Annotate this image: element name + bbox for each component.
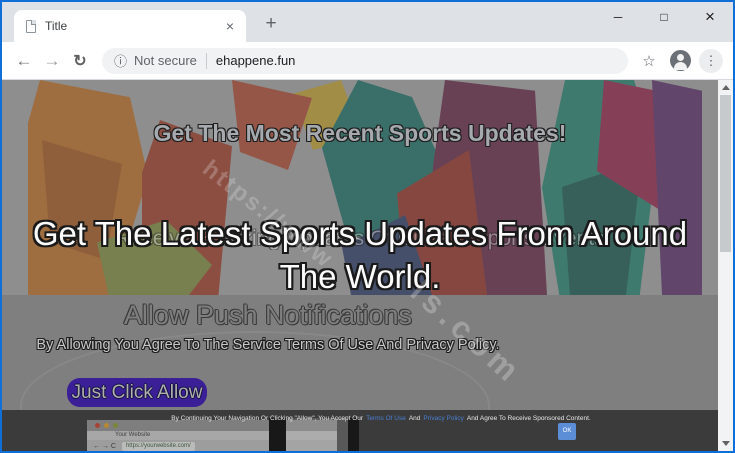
bookmark-star-icon[interactable]: ☆ bbox=[636, 52, 662, 70]
hero-section: Get The Most Recent Sports Updates! Rece… bbox=[2, 80, 733, 295]
window-controls: ─ □ × bbox=[595, 2, 733, 32]
consent-bar: Your Website ← → C https://yourwebsite.c… bbox=[2, 410, 733, 451]
consent-text: By Continuing Your Navigation Or Clickin… bbox=[2, 415, 733, 422]
url-text: ehappene.fun bbox=[216, 53, 296, 68]
address-divider bbox=[206, 53, 207, 69]
tab-title: Title bbox=[45, 19, 222, 33]
push-prompt-column: Allow Push Notifications By Allowing You… bbox=[2, 295, 534, 353]
address-bar[interactable]: ⓘ Not secure ehappene.fun bbox=[102, 48, 628, 74]
hero-main-headline-line2: The World. bbox=[2, 255, 718, 295]
scroll-up-arrow-icon bbox=[722, 85, 730, 90]
push-subheading: By Allowing You Agree To The Service Ter… bbox=[2, 337, 534, 353]
tab-close-icon[interactable]: × bbox=[222, 18, 238, 34]
browser-toolbar: ← → ↻ ⓘ Not secure ehappene.fun ☆ ⋮ bbox=[2, 42, 733, 80]
mock-phone-images bbox=[257, 418, 387, 451]
mock-zoom-dot-icon bbox=[113, 423, 118, 428]
push-heading: Allow Push Notifications bbox=[2, 300, 534, 331]
forward-icon[interactable]: → bbox=[38, 51, 66, 71]
mock-close-dot-icon bbox=[95, 423, 100, 428]
mock-browser-url: https://yourwebsite.com/ bbox=[122, 442, 195, 451]
consent-text-part2: And bbox=[409, 415, 421, 422]
profile-avatar-icon[interactable] bbox=[670, 50, 691, 71]
terms-of-use-link[interactable]: Terms Of Use bbox=[366, 415, 406, 422]
browser-tab[interactable]: Title × bbox=[14, 10, 246, 42]
tab-strip: Title × + ─ □ × bbox=[2, 2, 733, 42]
security-label: Not secure bbox=[134, 53, 197, 68]
window-close-button[interactable]: × bbox=[687, 2, 733, 32]
hero-top-headline: Get The Most Recent Sports Updates! bbox=[2, 120, 718, 147]
mock-nav-icons: ← → C bbox=[93, 443, 116, 450]
browser-window: Title × + ─ □ × ← → ↻ ⓘ Not secure ehapp… bbox=[0, 0, 735, 453]
scrollbar[interactable] bbox=[718, 80, 733, 451]
consent-text-part1: By Continuing Your Navigation Or Clickin… bbox=[171, 415, 363, 422]
page-content: Get The Most Recent Sports Updates! Rece… bbox=[2, 80, 733, 451]
scroll-down-arrow-icon bbox=[722, 441, 730, 446]
maximize-button[interactable]: □ bbox=[641, 2, 687, 32]
mock-minimize-dot-icon bbox=[104, 423, 109, 428]
page-favicon-icon bbox=[26, 20, 36, 33]
hero-main-headline-line1: Get The Latest Sports Updates From Aroun… bbox=[2, 212, 718, 255]
browser-menu-icon[interactable]: ⋮ bbox=[699, 49, 723, 73]
hero-main-headline: Get The Latest Sports Updates From Aroun… bbox=[2, 212, 718, 295]
just-click-allow-button[interactable]: Just Click Allow bbox=[67, 378, 207, 407]
scroll-down-button[interactable] bbox=[718, 436, 733, 451]
back-icon[interactable]: ← bbox=[10, 51, 38, 71]
push-prompt-section: Allow Push Notifications By Allowing You… bbox=[2, 295, 733, 410]
ok-button[interactable]: OK bbox=[558, 423, 576, 440]
scroll-up-button[interactable] bbox=[718, 80, 733, 95]
new-tab-button[interactable]: + bbox=[258, 12, 284, 38]
minimize-button[interactable]: ─ bbox=[595, 2, 641, 32]
consent-text-part3: And Agree To Receive Sponsored Content. bbox=[467, 415, 591, 422]
scrollbar-thumb[interactable] bbox=[720, 95, 731, 252]
info-icon[interactable]: ⓘ bbox=[114, 51, 127, 70]
reload-icon[interactable]: ↻ bbox=[66, 51, 94, 71]
privacy-policy-link[interactable]: Privacy Policy bbox=[423, 415, 463, 422]
